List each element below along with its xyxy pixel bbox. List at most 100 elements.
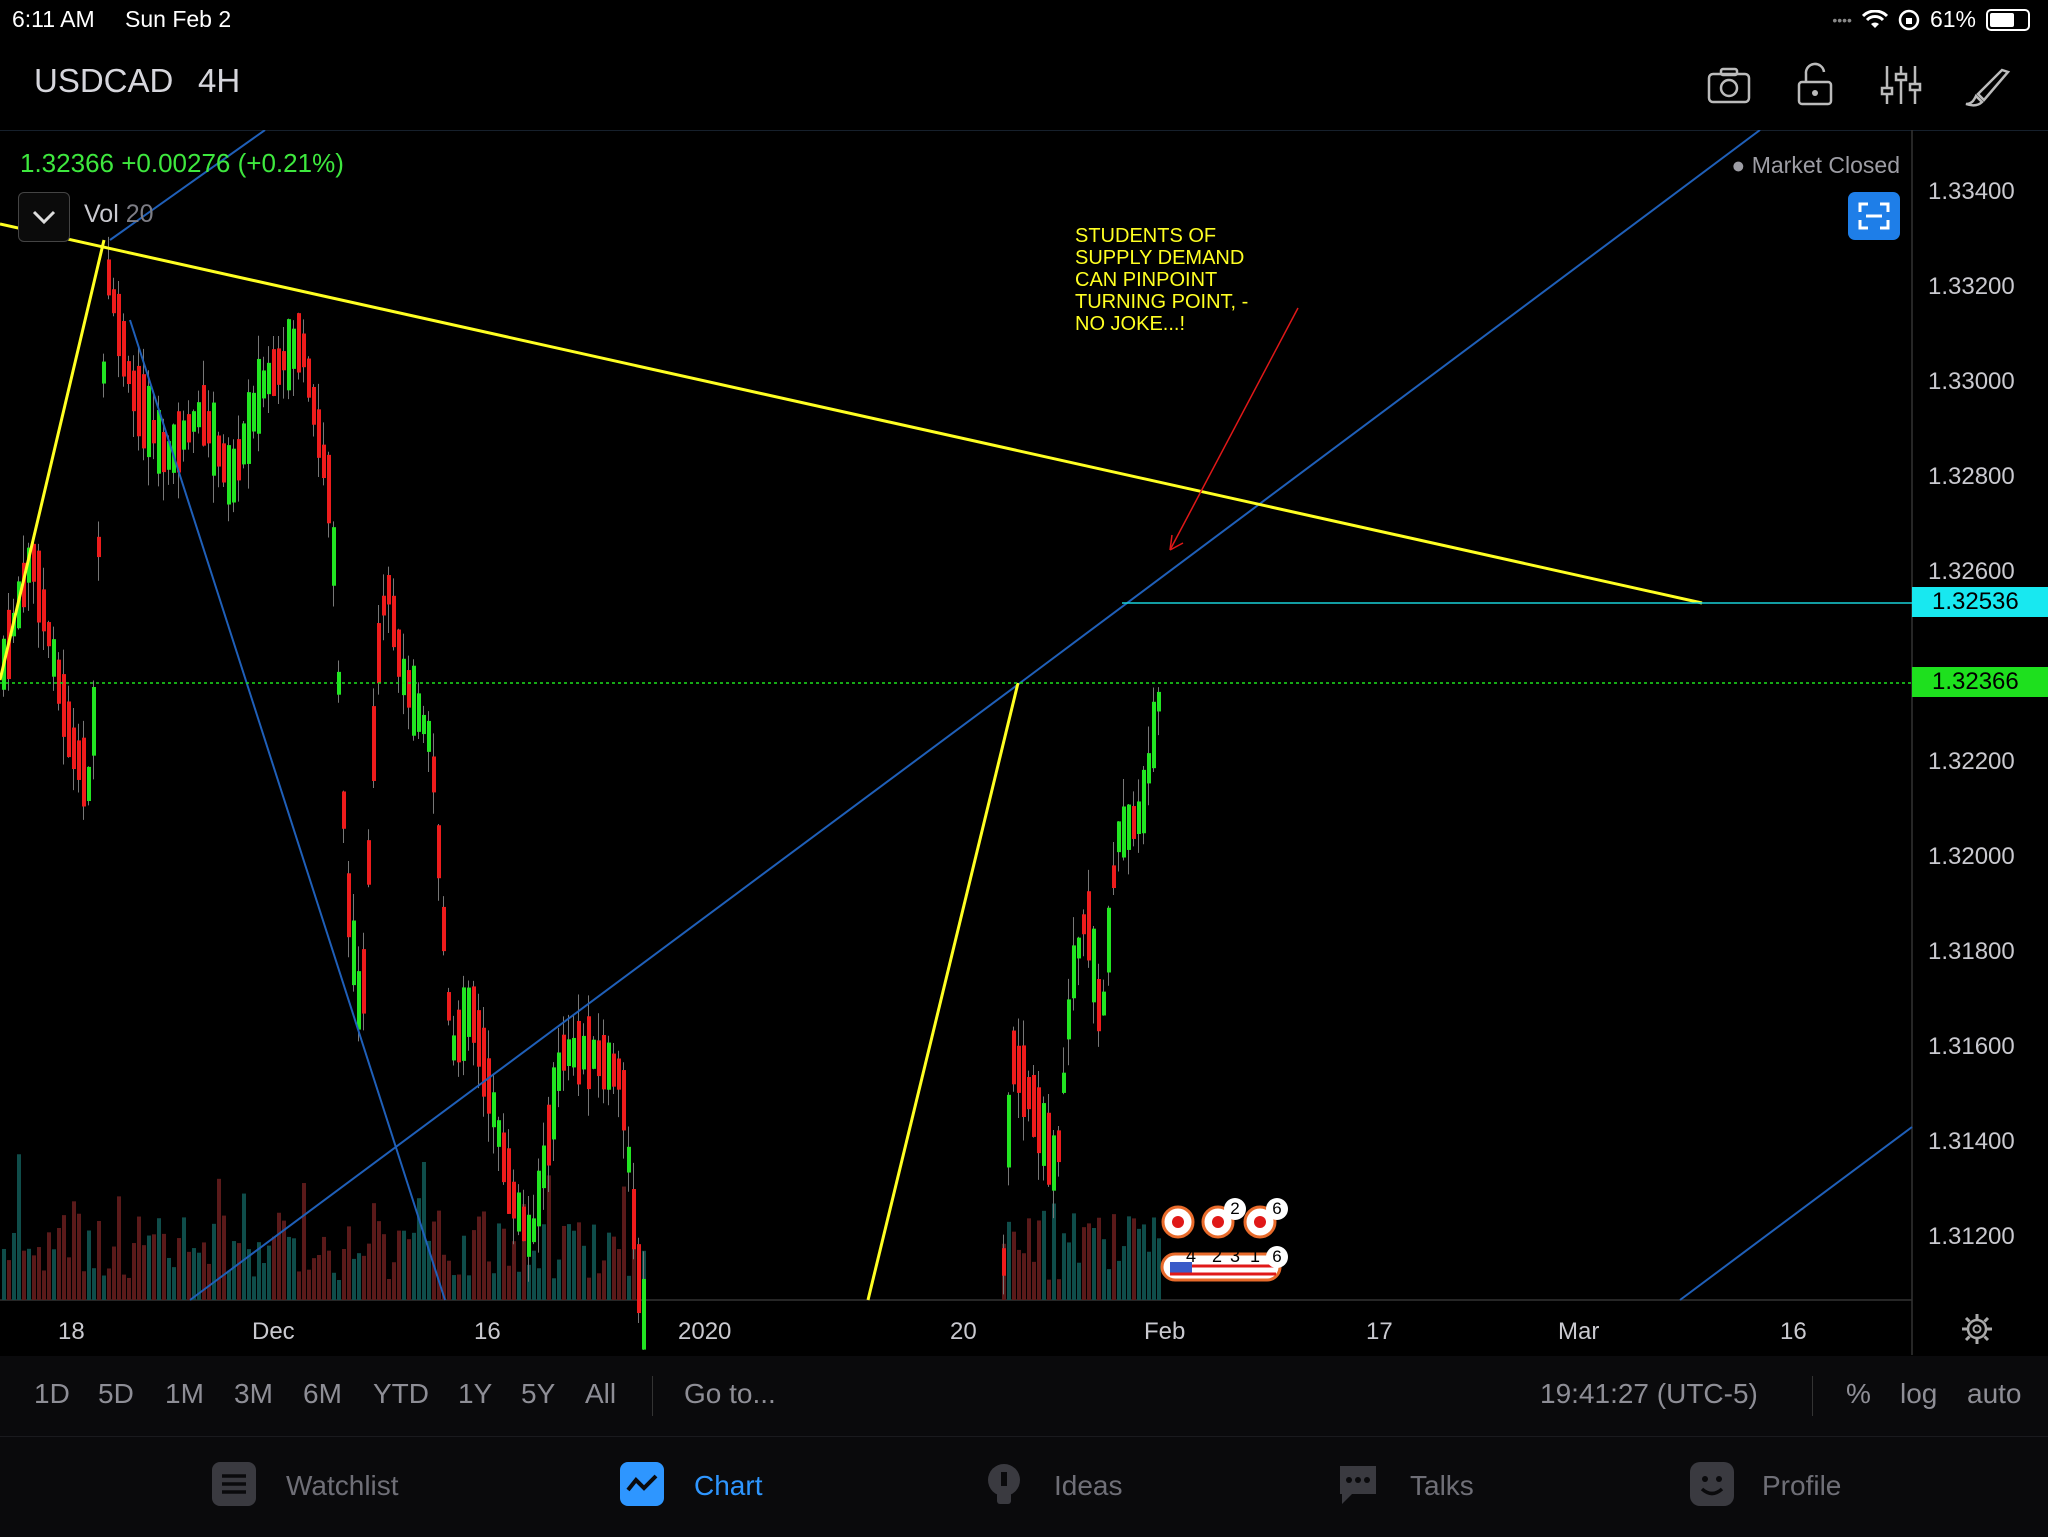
percent-scale-toggle[interactable]: % xyxy=(1846,1378,1871,1410)
log-scale-toggle[interactable]: log xyxy=(1900,1378,1937,1410)
volume-bar xyxy=(622,1186,626,1300)
volume-bar xyxy=(17,1154,21,1300)
y-axis-tick: 1.33200 xyxy=(1928,273,2015,300)
candle xyxy=(642,1278,646,1350)
range-5d-button[interactable]: 5D xyxy=(98,1378,134,1410)
tab-talks[interactable]: Talks xyxy=(1410,1470,1474,1502)
volume-bar xyxy=(292,1238,296,1300)
candle xyxy=(127,361,131,385)
range-1d-button[interactable]: 1D xyxy=(34,1378,70,1410)
volume-bar xyxy=(342,1248,346,1300)
volume-bar xyxy=(602,1260,606,1300)
axis-borders xyxy=(0,130,2048,1355)
candle xyxy=(447,992,451,1021)
tab-watchlist[interactable]: Watchlist xyxy=(286,1470,399,1502)
volume-bar xyxy=(377,1221,381,1300)
candle xyxy=(312,386,316,425)
chat-icon[interactable] xyxy=(1336,1462,1380,1506)
settings-sliders-icon[interactable] xyxy=(1876,60,1926,110)
candle xyxy=(1112,865,1116,889)
event-count-badge: 3 xyxy=(1230,1246,1241,1266)
market-status: ● Market Closed xyxy=(1731,152,1900,178)
range-ytd-button[interactable]: YTD xyxy=(373,1378,429,1410)
fullscreen-button[interactable] xyxy=(1848,192,1900,240)
volume-bar xyxy=(302,1183,306,1300)
volume-bar xyxy=(1087,1223,1091,1300)
volume-bar xyxy=(562,1225,566,1300)
candle xyxy=(92,687,96,756)
smiley-icon[interactable] xyxy=(1690,1462,1734,1506)
volume-bar xyxy=(507,1265,511,1300)
auto-scale-toggle[interactable]: auto xyxy=(1967,1378,2022,1410)
candle xyxy=(472,986,476,1043)
event-count-badge: 4 xyxy=(1186,1246,1197,1266)
unlock-icon[interactable] xyxy=(1790,60,1840,110)
candle xyxy=(542,1145,546,1189)
candle xyxy=(177,411,181,473)
x-axis-tick: 17 xyxy=(1366,1318,1393,1345)
interval-selector[interactable]: 4H xyxy=(198,62,240,100)
volume-bar xyxy=(77,1213,81,1300)
volume-bar xyxy=(312,1258,316,1300)
candle xyxy=(627,1146,631,1173)
candle xyxy=(1087,891,1091,961)
collapse-indicators-button[interactable] xyxy=(18,192,70,242)
last-price: 1.32366 xyxy=(20,148,114,178)
range-5y-button[interactable]: 5Y xyxy=(521,1378,555,1410)
candle xyxy=(322,444,326,479)
candle xyxy=(107,259,111,296)
range-6m-button[interactable]: 6M xyxy=(303,1378,342,1410)
candle xyxy=(42,589,46,632)
y-axis-tick: 1.33400 xyxy=(1928,178,2015,205)
tab-profile[interactable]: Profile xyxy=(1762,1470,1841,1502)
range-1y-button[interactable]: 1Y xyxy=(458,1378,492,1410)
volume-bar xyxy=(337,1279,341,1300)
volume-bar xyxy=(1007,1221,1011,1300)
candle xyxy=(607,1042,611,1090)
range-all-button[interactable]: All xyxy=(585,1378,616,1410)
volume-indicator-label[interactable]: Vol 20 xyxy=(84,200,154,229)
candle xyxy=(97,536,101,558)
candle xyxy=(117,293,121,357)
economic-event-markers[interactable] xyxy=(1160,1205,1282,1282)
candle xyxy=(102,361,106,384)
volume-bar xyxy=(477,1216,481,1300)
range-3m-button[interactable]: 3M xyxy=(234,1378,273,1410)
volume-bar xyxy=(582,1245,586,1300)
lightbulb-icon[interactable] xyxy=(982,1462,1026,1506)
volume-bar xyxy=(1122,1246,1126,1300)
candle xyxy=(1047,1112,1051,1185)
chart-settings-gear-icon[interactable] xyxy=(1960,1312,1994,1346)
chart-icon[interactable] xyxy=(620,1462,664,1506)
x-axis-tick: Feb xyxy=(1144,1318,1186,1345)
drawing-brush-icon[interactable] xyxy=(1962,60,2012,110)
chart-text-annotation[interactable]: STUDENTS OF SUPPLY DEMAND CAN PINPOINT T… xyxy=(1075,225,1315,335)
annotation-arrow xyxy=(1169,307,1299,551)
candle xyxy=(247,392,251,464)
candle xyxy=(487,1058,491,1114)
tab-chart[interactable]: Chart xyxy=(694,1470,762,1502)
volume-bar xyxy=(1147,1251,1151,1300)
volume-bar xyxy=(42,1270,46,1300)
candle xyxy=(602,1035,606,1090)
goto-date-button[interactable]: Go to... xyxy=(684,1378,776,1410)
range-1m-button[interactable]: 1M xyxy=(165,1378,204,1410)
candle xyxy=(1157,691,1161,712)
candle xyxy=(1012,1030,1016,1085)
candle xyxy=(507,1148,511,1214)
list-icon[interactable] xyxy=(212,1462,256,1506)
volume-bar xyxy=(1077,1262,1081,1300)
volume-bar xyxy=(1047,1279,1051,1300)
candle xyxy=(152,420,156,444)
candle xyxy=(1017,1045,1021,1093)
event-count-badge: 2 xyxy=(1212,1246,1223,1266)
tab-ideas[interactable]: Ideas xyxy=(1054,1470,1123,1502)
camera-icon[interactable] xyxy=(1704,60,1754,110)
candle xyxy=(87,766,91,802)
symbol-title[interactable]: USDCAD xyxy=(34,62,173,100)
clock-timezone[interactable]: 19:41:27 (UTC-5) xyxy=(1540,1378,1758,1410)
candle xyxy=(432,756,436,793)
price-chart[interactable] xyxy=(0,130,2048,1355)
volume-bar xyxy=(387,1279,391,1300)
volume-bar xyxy=(502,1228,506,1300)
